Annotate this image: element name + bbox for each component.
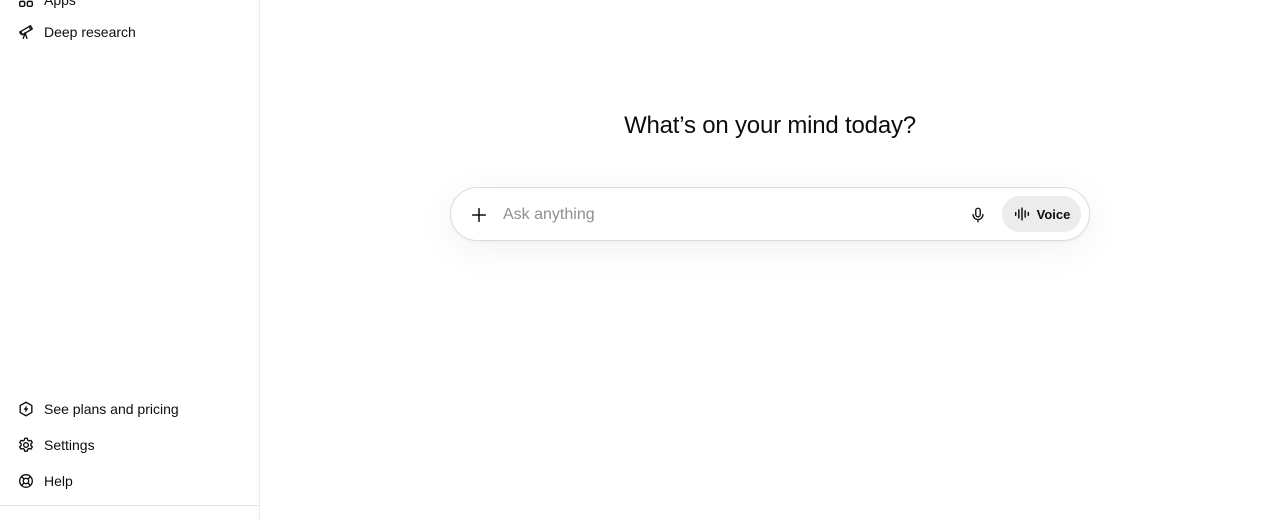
sidebar-item-help[interactable]: Help xyxy=(8,464,252,498)
voice-label: Voice xyxy=(1036,206,1071,222)
sidebar-item-label: Help xyxy=(44,473,73,489)
page-title: What’s on your mind today? xyxy=(624,112,916,139)
chat-composer: Voice xyxy=(450,187,1090,241)
app-window: Apps Deep research See plans and pricing… xyxy=(0,0,1280,520)
attach-button[interactable] xyxy=(463,199,495,231)
gear-icon xyxy=(16,435,36,455)
waveform-icon xyxy=(1014,207,1029,221)
ask-input[interactable] xyxy=(503,201,943,229)
dictate-button[interactable] xyxy=(962,199,994,231)
sidebar-item-label: Deep research xyxy=(44,24,136,40)
sidebar-divider xyxy=(0,505,259,506)
plans-icon xyxy=(16,399,36,419)
sidebar-item-settings[interactable]: Settings xyxy=(8,428,252,462)
sidebar-item-label: Apps xyxy=(44,0,76,8)
lifebuoy-icon xyxy=(16,471,36,491)
sidebar-item-plans-pricing[interactable]: See plans and pricing xyxy=(8,392,252,426)
telescope-icon xyxy=(16,22,36,42)
main-content: What’s on your mind today? Voice xyxy=(260,0,1280,520)
sidebar: Apps Deep research See plans and pricing… xyxy=(0,0,260,520)
sidebar-item-label: See plans and pricing xyxy=(44,401,179,417)
sidebar-item-label: Settings xyxy=(44,437,95,453)
voice-mode-button[interactable]: Voice xyxy=(1002,196,1081,232)
sidebar-item-deep-research[interactable]: Deep research xyxy=(8,15,252,49)
plus-icon xyxy=(471,207,487,223)
apps-icon xyxy=(16,0,36,10)
microphone-icon xyxy=(972,207,984,223)
